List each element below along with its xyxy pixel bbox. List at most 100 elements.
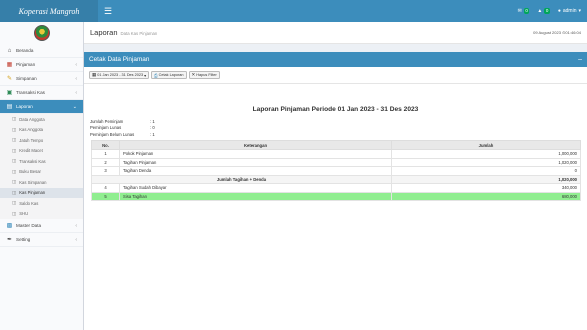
column-header-keterangan: Keterangan (119, 140, 392, 150)
date-range-value: 01 Jan 2023 - 31 Des 2023 (97, 73, 144, 77)
cell-jumlah: 340,000 (391, 183, 581, 193)
hamburger-icon[interactable]: ☰ (104, 6, 112, 16)
submenu-item-buku-besar[interactable]: ◫ Buku Besar (0, 167, 83, 178)
cell-keterangan: Sisa Tagihan (119, 191, 392, 201)
chevron-left-icon: ‹ (75, 75, 77, 82)
date-stamp: 09 August 2023 ⊙01:46:04 (533, 30, 581, 35)
report-table: No. Keterangan Jumlah 1 Pokok Pinjaman 1… (91, 140, 581, 201)
submenu-item-label: Saldo Kas (19, 200, 39, 206)
cell-no: 1 (91, 149, 120, 159)
sidebar-item-simpanan[interactable]: ✎ Simpanan ‹ (0, 72, 83, 86)
sidebar-item-master-data[interactable]: ▩ Master Data ‹ (0, 219, 83, 233)
cell-no: 2 (91, 157, 120, 167)
minus-icon[interactable]: – (578, 56, 582, 63)
sidebar: ⌂ Beranda ▦ Pinjaman ‹ ✎ Simpanan ‹ ▣ Tr… (0, 22, 84, 330)
folder-icon: ◫ (12, 137, 17, 143)
submenu-item-label: Jatuh Tempo (19, 137, 44, 143)
chevron-left-icon: ‹ (75, 89, 77, 96)
box-header: Cetak Data Pinjaman – (84, 52, 587, 67)
folder-icon: ◫ (12, 126, 17, 132)
sidebar-item-label: Master Data (16, 223, 42, 228)
submenu-item-data-anggota[interactable]: ◫ Data Anggota (0, 114, 83, 125)
submenu-item-label: Data Anggota (19, 116, 45, 122)
sidebar-item-pinjaman[interactable]: ▦ Pinjaman ‹ (0, 58, 83, 72)
main-content: Laporan Data Kas Pinjaman 09 August 2023… (84, 22, 587, 330)
pencil-icon: ✎ (6, 76, 13, 82)
submenu-item-jatuh-tempo[interactable]: ◫ Jatuh Tempo (0, 135, 83, 146)
sidebar-item-label: Laporan (16, 104, 33, 109)
submenu-item-kas-simpanan[interactable]: ◫ Kas Simpanan (0, 177, 83, 188)
print-report-button[interactable]: ⎙ Cetak Laporan (150, 71, 187, 79)
table-row: 1 Pokok Pinjaman 1,000,000 (91, 149, 581, 159)
subtotal-row: Jumlah Tagihan + Denda 1,020,000 (91, 174, 581, 184)
column-header-no: No. (91, 140, 120, 150)
table-row: 4 Tagihan Sudah Dibayar 340,000 (91, 183, 581, 193)
submenu-item-kredit-macet[interactable]: ◫ Kredit Macet (0, 146, 83, 157)
report-box: Cetak Data Pinjaman – ▦ 01 Jan 2023 - 31… (84, 52, 587, 330)
clear-filter-label: Hapus Filter (196, 73, 217, 77)
caret-down-icon: ▾ (144, 73, 146, 78)
submenu-item-kas-anggota[interactable]: ◫ Kas Anggota (0, 125, 83, 136)
cell-keterangan: Pokok Pinjaman (119, 149, 392, 159)
submenu-item-transaksi-kas[interactable]: ◫ Transaksi Kas (0, 156, 83, 167)
alerts-badge: 0 (544, 8, 550, 14)
sidebar-item-setting[interactable]: ✒ Setting ‹ (0, 233, 83, 247)
folder-icon: ◫ (12, 210, 17, 216)
table-row: 3 Tagihan Denda 0 (91, 166, 581, 176)
remaining-balance-row: 5 Sisa Tagihan 680,000 (91, 191, 581, 201)
page-title: Laporan (90, 28, 118, 37)
clear-filter-button[interactable]: ✕ Hapus Filter (188, 71, 220, 79)
close-icon: ✕ (191, 72, 196, 77)
date-range-picker[interactable]: ▦ 01 Jan 2023 - 31 Des 2023 ▾ (89, 71, 149, 79)
cell-jumlah: 680,000 (391, 191, 581, 201)
folder-icon: ◫ (12, 116, 17, 122)
summary-row: Peminjam Lunas : 0 (90, 125, 155, 132)
user-menu[interactable]: ● admin ▾ (558, 8, 581, 14)
summary-label: Peminjam Lunas (90, 125, 122, 131)
user-icon: ● (557, 8, 561, 14)
chevron-down-icon: ⌄ (72, 103, 77, 110)
summary-label: Peminjam Belum Lunas (90, 131, 135, 137)
subtotal-label: Jumlah Tagihan + Denda (91, 174, 392, 184)
user-name: admin (562, 8, 577, 14)
sidebar-item-transaksi-kas[interactable]: ▣ Transaksi Kas ‹ (0, 86, 83, 100)
sidebar-item-label: Beranda (16, 48, 34, 53)
submenu-item-saldo-kas[interactable]: ◫ Saldo Kas (0, 198, 83, 209)
folder-icon: ◫ (12, 200, 17, 206)
table-row: 2 Tagihan Pinjaman 1,020,000 (91, 157, 581, 167)
notifications-button[interactable]: ✉ 0 (518, 8, 530, 14)
submenu-item-shu[interactable]: ◫ SHU (0, 209, 83, 220)
cell-no: 4 (91, 183, 120, 193)
report-icon: ▤ (6, 104, 13, 110)
submenu-item-kas-pinjaman[interactable]: ◫ Kas Pinjaman (0, 187, 83, 198)
sidebar-item-label: Pinjaman (16, 62, 36, 67)
summary-value: : 1 (150, 131, 155, 137)
sidebar-item-laporan[interactable]: ▤ Laporan ⌄ (0, 100, 83, 114)
sidebar-item-beranda[interactable]: ⌂ Beranda (0, 44, 83, 58)
chevron-left-icon: ‹ (75, 236, 77, 243)
print-report-label: Cetak Laporan (158, 73, 184, 77)
sidebar-item-label: Transaksi Kas (16, 90, 45, 95)
submenu-item-label: SHU (19, 211, 29, 217)
top-navbar: Koperasi Mangroh ☰ ✉ 0 ▲ 0 ● admin ▾ (0, 0, 587, 22)
folder-icon: ◫ (12, 168, 17, 174)
submenu-item-label: Kas Anggota (19, 127, 44, 133)
column-header-jumlah: Jumlah (391, 140, 581, 150)
wrench-icon: ✒ (6, 237, 13, 243)
chart-icon: ▦ (6, 62, 13, 68)
folder-icon: ◫ (12, 147, 17, 153)
cell-jumlah: 0 (391, 166, 581, 176)
cell-keterangan: Tagihan Sudah Dibayar (119, 183, 392, 193)
alerts-button[interactable]: ▲ 0 (537, 8, 550, 14)
content-header: Laporan Data Kas Pinjaman 09 August 2023… (84, 22, 587, 44)
brand-logo-text[interactable]: Koperasi Mangroh (0, 0, 98, 22)
subtotal-amount: 1,020,000 (391, 174, 581, 184)
cell-no: 5 (91, 191, 120, 201)
chevron-left-icon: ‹ (75, 222, 77, 229)
money-icon: ▣ (6, 90, 13, 96)
cell-keterangan: Tagihan Pinjaman (119, 157, 392, 167)
laporan-submenu: ◫ Data Anggota ◫ Kas Anggota ◫ Jatuh Tempo … (0, 114, 83, 219)
calendar-icon: ▦ (92, 72, 97, 77)
cell-keterangan: Tagihan Denda (119, 166, 392, 176)
cell-jumlah: 1,020,000 (391, 157, 581, 167)
